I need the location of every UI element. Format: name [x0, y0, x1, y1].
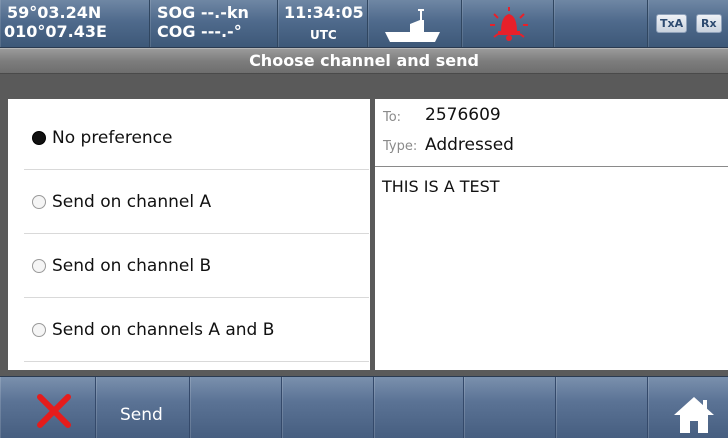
radio-channel-a[interactable]: [32, 194, 46, 209]
option-channel-a[interactable]: Send on channel A: [24, 170, 369, 234]
softkey-5[interactable]: [374, 377, 464, 438]
sog-readout: SOG --.-kn: [157, 3, 249, 22]
vessel-icon: [385, 9, 440, 42]
page-title: Choose channel and send: [0, 48, 728, 74]
to-label: To:: [383, 110, 402, 125]
message-body: THIS IS A TEST: [382, 177, 500, 196]
txrx-indicator: TxA Rx: [648, 0, 728, 47]
bottom-toolbar: Send: [0, 376, 728, 438]
type-label: Type:: [383, 139, 418, 154]
option-label: Send on channel B: [52, 255, 212, 276]
message-type: Addressed: [425, 135, 514, 155]
softkey-3[interactable]: [190, 377, 282, 438]
radio-channel-b[interactable]: [32, 258, 46, 273]
time-readout: 11:34:05: [284, 3, 364, 22]
cancel-button[interactable]: [0, 377, 96, 438]
home-button[interactable]: [648, 377, 728, 438]
position-readout: 59°03.24N 010°07.43E: [0, 0, 150, 47]
speed-course-readout: SOG --.-kn COG ---.-°: [150, 0, 278, 47]
home-icon: [674, 397, 714, 433]
tx-badge: TxA: [656, 14, 688, 33]
alarm-bell-icon: [490, 7, 528, 41]
send-button[interactable]: Send: [96, 377, 190, 438]
message-preview-panel: To: 2576609 Type: Addressed THIS IS A TE…: [375, 99, 728, 370]
radio-no-preference[interactable]: [32, 130, 46, 145]
cog-readout: COG ---.-°: [157, 22, 242, 41]
divider: [375, 166, 728, 167]
softkey-6[interactable]: [464, 377, 556, 438]
status-empty-slot: [554, 0, 648, 47]
softkey-4[interactable]: [282, 377, 374, 438]
close-icon: [37, 394, 71, 428]
timezone-label: UTC: [310, 28, 337, 42]
rx-badge: Rx: [696, 14, 722, 33]
option-label: Send on channels A and B: [52, 319, 275, 340]
option-label: No preference: [52, 127, 173, 148]
clock: 11:34:05 UTC: [278, 0, 368, 47]
status-bar: 59°03.24N 010°07.43E SOG --.-kn COG ---.…: [0, 0, 728, 48]
option-channel-b[interactable]: Send on channel B: [24, 234, 369, 298]
channel-options-panel: No preference Send on channel A Send on …: [8, 99, 370, 370]
latitude: 59°03.24N: [7, 3, 102, 22]
send-label: Send: [120, 405, 163, 425]
radio-channels-a-b[interactable]: [32, 322, 46, 337]
option-no-preference[interactable]: No preference: [24, 106, 369, 170]
recipient-mmsi: 2576609: [425, 105, 501, 125]
vessel-status-button[interactable]: [368, 0, 462, 47]
softkey-7[interactable]: [556, 377, 648, 438]
option-label: Send on channel A: [52, 191, 212, 212]
alarm-button[interactable]: [462, 0, 554, 47]
longitude: 010°07.43E: [4, 22, 107, 41]
option-channels-a-b[interactable]: Send on channels A and B: [24, 298, 369, 362]
